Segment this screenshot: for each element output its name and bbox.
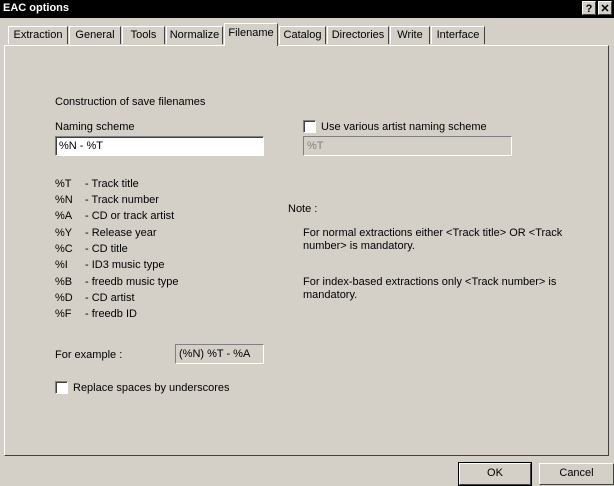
legend-desc: - ID3 music type (85, 259, 165, 271)
tab-interface[interactable]: Interface (431, 26, 485, 44)
tab-catalog[interactable]: Catalog (279, 26, 326, 44)
replace-spaces-label[interactable]: Replace spaces by underscores (73, 382, 230, 394)
legend-desc: - freedb music type (85, 276, 179, 288)
legend-code: %T (55, 178, 72, 190)
title-bar: EAC options ? ✕ (0, 0, 614, 18)
naming-scheme-input[interactable]: %N - %T (55, 136, 264, 156)
legend-desc: - CD artist (85, 292, 135, 304)
tab-filename[interactable]: Filename (224, 23, 278, 46)
various-artist-label[interactable]: Use various artist naming scheme (321, 121, 487, 133)
legend-code: %N (55, 194, 73, 206)
help-button[interactable]: ? (582, 1, 596, 15)
section-title: Construction of save filenames (55, 96, 206, 108)
tab-normalize[interactable]: Normalize (166, 26, 223, 44)
note-title: Note : (288, 203, 318, 215)
legend-desc: - Track title (85, 178, 139, 190)
tab-tools[interactable]: Tools (122, 26, 165, 44)
example-value: (%N) %T - %A (175, 344, 264, 364)
note-normal: For normal extractions either <Track tit… (303, 227, 563, 252)
window-title: EAC options (3, 2, 69, 14)
note-index-based: For index-based extractions only <Track … (303, 276, 557, 301)
legend-desc: - Release year (85, 227, 157, 239)
tab-general[interactable]: General (69, 26, 121, 44)
various-artist-input[interactable]: %T (303, 136, 512, 156)
various-artist-checkbox[interactable] (303, 120, 316, 133)
legend-code: %B (55, 276, 73, 288)
naming-scheme-label: Naming scheme (55, 121, 135, 133)
legend-desc: - CD title (85, 243, 128, 255)
cancel-button[interactable]: Cancel (539, 463, 614, 485)
legend-desc: - freedb ID (85, 308, 137, 320)
tab-write[interactable]: Write (390, 26, 430, 44)
ok-button[interactable]: OK (458, 462, 532, 486)
example-label: For example : (55, 349, 123, 361)
tab-extraction[interactable]: Extraction (8, 26, 68, 44)
legend-code: %D (55, 292, 73, 304)
legend-code: %Y (55, 227, 73, 239)
legend-code: %F (55, 308, 72, 320)
legend-code: %C (55, 243, 73, 255)
legend-code: %A (55, 210, 73, 222)
close-icon[interactable]: ✕ (598, 1, 612, 15)
legend-code: %I (55, 259, 68, 271)
replace-spaces-checkbox[interactable] (55, 381, 68, 394)
tab-directories[interactable]: Directories (327, 26, 389, 44)
legend-desc: - Track number (85, 194, 159, 206)
legend-desc: - CD or track artist (85, 210, 175, 222)
